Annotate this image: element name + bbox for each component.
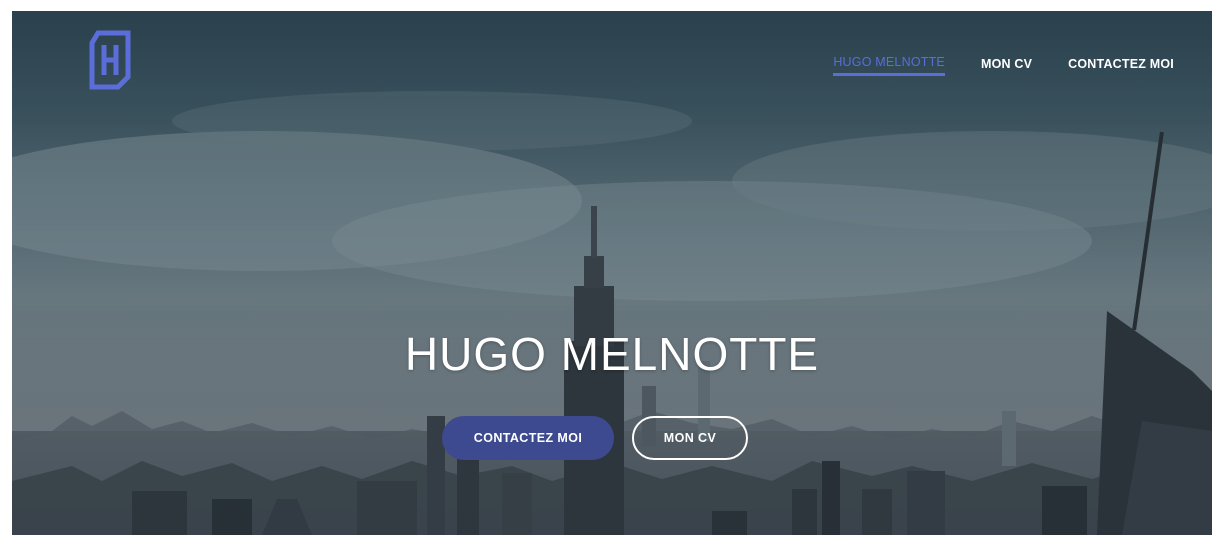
hero-title: HUGO MELNOTTE xyxy=(404,327,820,380)
top-navigation: HUGO MELNOTTE MON CV CONTACTEZ MOI xyxy=(833,55,1174,76)
hero-section: HUGO MELNOTTE MON CV CONTACTEZ MOI HUGO … xyxy=(12,11,1212,535)
contact-button[interactable]: CONTACTEZ MOI xyxy=(442,416,614,460)
nav-link-mon-cv[interactable]: MON CV xyxy=(981,57,1032,75)
hero-buttons: CONTACTEZ MOI MON CV xyxy=(12,416,1212,460)
nav-link-hugo-melnotte[interactable]: HUGO MELNOTTE xyxy=(833,55,945,76)
cv-button[interactable]: MON CV xyxy=(632,416,748,460)
nav-link-contactez-moi[interactable]: CONTACTEZ MOI xyxy=(1068,57,1174,75)
logo[interactable] xyxy=(88,29,132,91)
letter-h-logo-icon xyxy=(89,30,131,90)
